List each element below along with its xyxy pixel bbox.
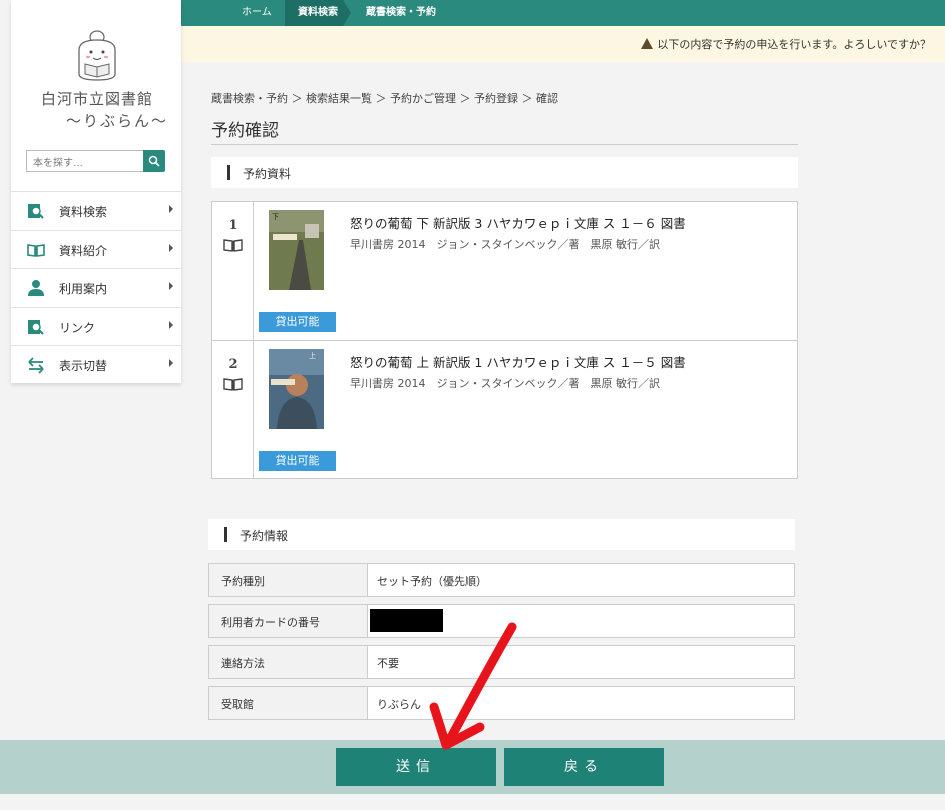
status-badge: 貸出可能: [259, 451, 336, 471]
search-button[interactable]: [143, 150, 165, 172]
row-label: 利用者カードの番号: [209, 605, 368, 637]
list-item: 2 上 貸出可能 怒りの葡萄 上 新訳版 1 ハヤカワｅｐｉ文庫 ス １－５ 図…: [212, 340, 797, 478]
row-label: 予約種別: [209, 564, 368, 596]
sidebar-item-label: 利用案内: [59, 282, 108, 296]
nav-home-link[interactable]: ホーム: [242, 0, 272, 26]
open-book-icon: [27, 243, 45, 257]
item-number: 2: [228, 357, 238, 372]
redacted-card-number: [370, 609, 443, 632]
divider: [211, 144, 798, 145]
chevron-right-icon: [169, 359, 173, 367]
sidebar-item-links[interactable]: リンク: [11, 306, 181, 346]
item-title[interactable]: 怒りの葡萄 下 新訳版 3 ハヤカワｅｐｉ文庫 ス １－６ 図書: [350, 213, 686, 232]
item-meta: 早川書房 2014 ジョン・スタインベック／著 黒原 敏行／訳: [350, 238, 660, 251]
item-title[interactable]: 怒りの葡萄 上 新訳版 1 ハヤカワｅｐｉ文庫 ス １－５ 図書: [350, 352, 686, 371]
svg-text:下: 下: [272, 213, 279, 221]
chevron-right-icon: [169, 282, 173, 290]
sidebar-item-display-toggle[interactable]: 表示切替: [11, 345, 181, 384]
chevron-right-icon: [169, 205, 173, 213]
row-value: りぶらん: [377, 698, 421, 711]
open-book-icon: [223, 239, 243, 252]
chevron-right-icon: [169, 243, 173, 252]
action-footer: 送信 戻る: [0, 740, 945, 794]
submit-button[interactable]: 送信: [336, 748, 496, 786]
item-meta: 早川書房 2014 ジョン・スタインベック／著 黒原 敏行／訳: [350, 377, 660, 390]
book-cover-image[interactable]: 下: [269, 210, 324, 290]
open-book-icon: [223, 378, 243, 391]
sidebar-item-label: 表示切替: [59, 359, 108, 373]
sidebar-item-guide[interactable]: 利用案内: [11, 268, 181, 307]
back-button[interactable]: 戻る: [504, 748, 664, 786]
person-icon: [28, 280, 44, 296]
sidebar-item-intro[interactable]: 資料紹介: [11, 229, 181, 269]
row-label: 受取館: [209, 687, 368, 719]
warning-icon: [641, 38, 654, 49]
search-input[interactable]: 本を探す…: [26, 150, 144, 172]
row-value: セット予約（優先順）: [377, 575, 487, 588]
table-row: 利用者カードの番号: [208, 604, 795, 638]
materials-heading: 予約資料: [211, 157, 798, 188]
list-item: 1 下 貸出可能 怒りの葡萄 下 新訳版 3 ハヤカワｅｐｉ文庫 ス １－６ 図…: [212, 202, 797, 340]
page-title: 予約確認: [211, 121, 279, 141]
row-value: 不要: [377, 657, 399, 670]
confirm-notice: 以下の内容で予約の申込を行います。よろしいですか？: [181, 26, 945, 62]
sidebar-menu: 資料検索 資料紹介 利用案内 リンク 表示切替: [11, 191, 181, 384]
svg-text:上: 上: [309, 351, 316, 360]
notice-text: 以下の内容で予約の申込を行います。よろしいですか？: [657, 38, 931, 51]
sidebar: 白河市立図書館 ～りぶらん～ 本を探す… 資料検索 資料紹介 利用案内 リンク …: [11, 0, 181, 383]
library-name: 白河市立図書館: [41, 90, 154, 108]
reservation-heading-label: 予約情報: [240, 529, 289, 543]
sidebar-item-label: 資料検索: [59, 205, 108, 219]
search-icon: [148, 155, 160, 167]
swap-arrows-icon: [28, 357, 44, 374]
nav-search-link[interactable]: 資料検索: [285, 0, 351, 26]
nav-current: 蔵書検索・予約: [366, 7, 436, 18]
table-row: 連絡方法 不要: [208, 645, 795, 679]
library-subtitle: ～りぶらん～: [66, 112, 169, 130]
mascot-logo-icon: [78, 30, 116, 81]
status-badge: 貸出可能: [259, 312, 336, 332]
chevron-right-icon: [169, 320, 173, 329]
sidebar-item-label: 資料紹介: [59, 243, 108, 258]
table-row: 受取館 りぶらん: [208, 686, 795, 720]
sidebar-item-search[interactable]: 資料検索: [11, 191, 181, 230]
book-cover-image[interactable]: 上: [269, 349, 324, 429]
materials-list: 1 下 貸出可能 怒りの葡萄 下 新訳版 3 ハヤカワｅｐｉ文庫 ス １－６ 図…: [211, 201, 798, 479]
item-number: 1: [228, 218, 238, 233]
sidebar-item-label: リンク: [59, 320, 96, 335]
breadcrumb[interactable]: 蔵書検索・予約 ＞ 検索結果一覧 ＞ 予約かご管理 ＞ 予約登録 ＞ 確認: [211, 90, 558, 106]
materials-heading-label: 予約資料: [243, 167, 292, 181]
search-doc-icon: [28, 319, 44, 335]
reservation-heading: 予約情報: [208, 519, 795, 550]
row-label: 連絡方法: [209, 646, 368, 678]
search-doc-icon: [28, 204, 44, 219]
table-row: 予約種別 セット予約（優先順）: [208, 563, 795, 597]
